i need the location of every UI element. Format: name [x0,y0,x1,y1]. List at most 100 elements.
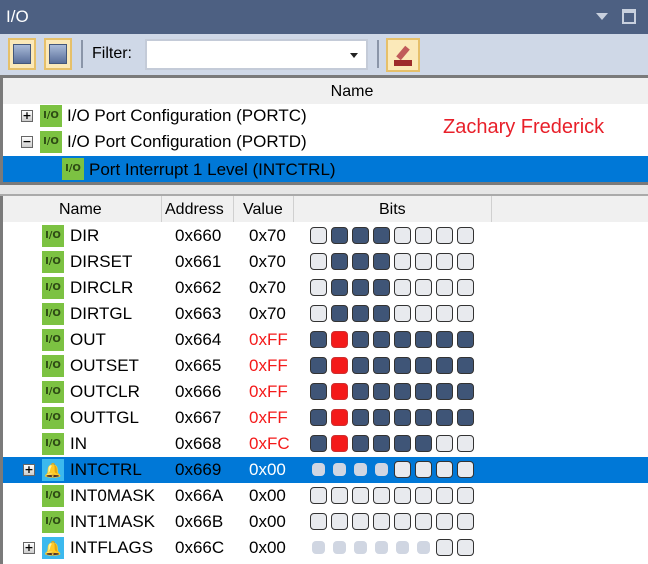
bit-7[interactable] [457,539,474,556]
bit-cell[interactable] [331,435,348,452]
bit-cell[interactable] [352,513,369,530]
bit-cell[interactable] [352,409,369,426]
bit-1[interactable] [331,279,348,296]
bit-cell[interactable] [415,409,432,426]
bit-5[interactable] [415,305,432,322]
bit-2[interactable] [352,383,369,400]
bit-5[interactable] [415,279,432,296]
expand-icon[interactable]: + [21,110,33,122]
bit-0[interactable] [310,383,327,400]
bit-cell[interactable] [415,487,432,504]
bit-4[interactable] [394,461,411,478]
bit-cell[interactable] [373,435,390,452]
bit-6[interactable] [436,253,453,270]
bit-cell[interactable] [457,253,474,270]
bit-cell[interactable] [457,409,474,426]
bit-cell[interactable] [436,409,453,426]
bit-0[interactable] [310,435,327,452]
bit-cell[interactable] [310,409,327,426]
filter-combobox[interactable] [145,39,368,70]
bit-cell[interactable] [415,461,432,478]
view-button-2[interactable] [44,38,72,70]
bit-cell[interactable] [457,331,474,348]
register-row[interactable]: I/O DIRSET 0x661 0x70 [3,249,648,275]
bit-5[interactable] [415,513,432,530]
column-header-address[interactable]: Address [165,201,224,219]
bit-cell[interactable] [415,435,432,452]
bit-1[interactable] [331,435,348,452]
column-header-name[interactable]: Name [3,78,648,104]
bit-cell[interactable] [331,331,348,348]
bit-cell[interactable] [436,331,453,348]
bit-cell[interactable] [331,409,348,426]
bit-cell[interactable] [415,227,432,244]
bit-7[interactable] [457,305,474,322]
bit-cell[interactable] [394,513,411,530]
bit-cell[interactable] [457,487,474,504]
bit-4[interactable] [394,279,411,296]
bit-cell[interactable] [436,253,453,270]
bit-3[interactable] [373,383,390,400]
bit-4[interactable] [394,513,411,530]
bit-5[interactable] [415,435,432,452]
bit-7[interactable] [457,253,474,270]
bit-1[interactable] [331,383,348,400]
register-value[interactable]: 0x70 [249,304,286,324]
bit-2[interactable] [352,513,369,530]
bit-cell[interactable] [310,513,327,530]
bit-cell[interactable] [394,331,411,348]
bit-cell[interactable] [394,227,411,244]
bit-cell[interactable] [436,435,453,452]
bit-1[interactable] [331,513,348,530]
bit-cell[interactable] [352,383,369,400]
bit-0[interactable] [310,305,327,322]
bit-6[interactable] [436,279,453,296]
expand-icon[interactable]: + [23,464,35,476]
bit-0[interactable] [310,331,327,348]
bit-6[interactable] [436,383,453,400]
bit-cell[interactable] [310,383,327,400]
bit-cell[interactable] [436,383,453,400]
bit-cell[interactable] [373,383,390,400]
bit-cell[interactable] [394,435,411,452]
bit-6[interactable] [436,305,453,322]
bit-cell[interactable] [436,539,453,556]
bit-cell[interactable] [394,357,411,374]
bit-5[interactable] [415,409,432,426]
bit-0[interactable] [310,253,327,270]
bit-0[interactable] [310,513,327,530]
bit-cell[interactable] [331,253,348,270]
bit-cell[interactable] [394,409,411,426]
bit-cell[interactable] [394,487,411,504]
register-value[interactable]: 0x00 [249,538,286,558]
bit-7[interactable] [457,331,474,348]
bit-cell[interactable] [436,279,453,296]
bit-cell[interactable] [373,279,390,296]
bit-6[interactable] [436,461,453,478]
bit-cell[interactable] [331,513,348,530]
bit-5[interactable] [415,487,432,504]
register-row[interactable]: I/O OUT 0x664 0xFF [3,327,648,353]
register-row[interactable]: I/O INT0MASK 0x66A 0x00 [3,483,648,509]
bit-4[interactable] [394,409,411,426]
maximize-icon[interactable] [622,9,636,24]
column-header-bits[interactable]: Bits [379,201,406,219]
bit-7[interactable] [457,409,474,426]
register-row[interactable]: I/O DIRCLR 0x662 0x70 [3,275,648,301]
bit-3[interactable] [373,253,390,270]
bit-cell[interactable] [352,253,369,270]
bit-5[interactable] [415,253,432,270]
bit-2[interactable] [352,357,369,374]
bit-cell[interactable] [415,305,432,322]
bit-6[interactable] [436,331,453,348]
register-value[interactable]: 0xFF [249,330,288,350]
column-header-name[interactable]: Name [59,201,102,219]
bit-cell[interactable] [373,253,390,270]
bit-5[interactable] [415,357,432,374]
bit-cell[interactable] [394,383,411,400]
bit-4[interactable] [394,357,411,374]
bit-1[interactable] [331,305,348,322]
bit-7[interactable] [457,383,474,400]
bit-cell[interactable] [352,435,369,452]
bit-3[interactable] [373,435,390,452]
